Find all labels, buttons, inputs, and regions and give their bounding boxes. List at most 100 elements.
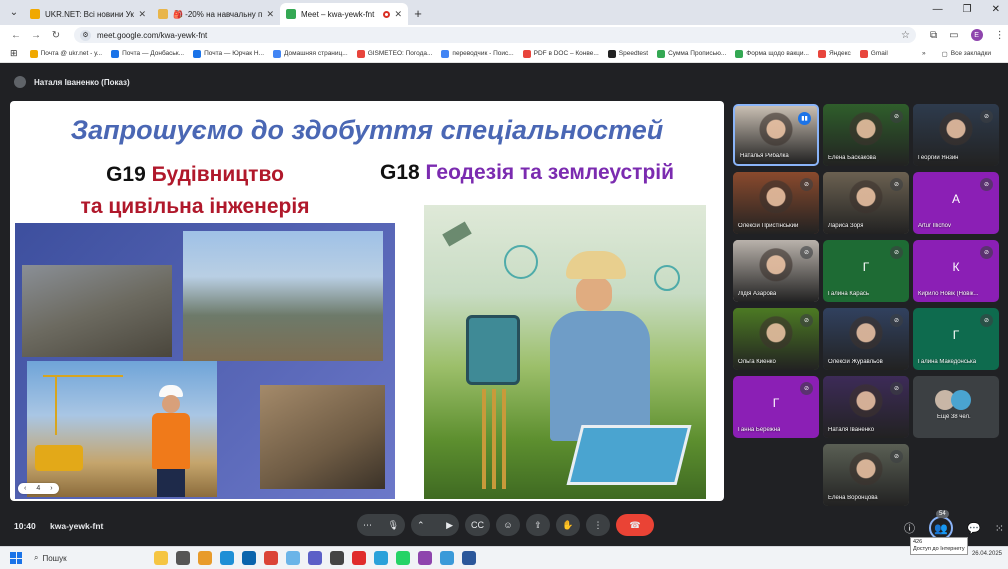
map-tablet: [566, 425, 692, 485]
menu-icon[interactable]: ⋮: [995, 30, 1005, 41]
participant-tile[interactable]: ⊘ Лариса Зоря: [823, 172, 909, 234]
outlook-icon[interactable]: [242, 551, 256, 565]
more-bookmarks-icon[interactable]: »: [922, 50, 926, 57]
taskbar-search-label: Пошук: [42, 553, 67, 563]
paint-icon[interactable]: [440, 551, 454, 565]
bookmark-item[interactable]: Почта — Юрчак Н...: [193, 49, 264, 58]
bookmark-item[interactable]: Почта @ ukr.net - у...: [29, 49, 102, 58]
extensions-icon[interactable]: ⧉: [930, 30, 937, 41]
bookmark-favicon-icon: [111, 49, 120, 58]
site-info-icon[interactable]: ⚙: [80, 29, 91, 41]
tab-ukrnet[interactable]: UKR.NET: Всі новини України, ✕: [24, 3, 152, 25]
participant-tile[interactable]: Г ⊘ Галина Карась: [823, 240, 909, 302]
participant-tile[interactable]: ⊘ Лідія Азарова: [733, 240, 819, 302]
participant-avatar: К: [952, 260, 960, 275]
tab-search-icon[interactable]: ⌄: [4, 2, 24, 22]
back-icon[interactable]: ←: [8, 30, 24, 41]
bookmark-star-icon[interactable]: ☆: [901, 30, 910, 41]
mic-off-icon: ⊘: [800, 314, 813, 327]
captions-button[interactable]: CC: [465, 514, 490, 536]
bookmark-item[interactable]: PDF в DOC – Конве...: [522, 49, 599, 58]
participant-name: Елена Воронцова: [828, 495, 878, 501]
participant-tile[interactable]: ⊘ Елена Баскакова: [823, 104, 909, 166]
windows-start-icon[interactable]: [10, 552, 22, 564]
taskbar-search[interactable]: ⌕ Пошук: [34, 553, 134, 563]
address-bar[interactable]: ⚙ meet.google.com/kwa-yewk-fnt ☆: [74, 27, 916, 43]
teams-icon[interactable]: [308, 551, 322, 565]
mic-off-icon: ⊘: [980, 110, 993, 123]
activities-icon[interactable]: ⁙: [995, 522, 1004, 535]
bookmark-item[interactable]: переводчик - Поис...: [441, 49, 514, 58]
participant-tile[interactable]: Г ⊘ Галина Македонська: [913, 308, 999, 370]
bookmark-item[interactable]: GISMETEO: Погода...: [356, 49, 432, 58]
mic-button[interactable]: ⋯ 🎙: [357, 514, 405, 536]
emoji-icon: ☺: [503, 520, 513, 530]
tab-promo[interactable]: 🎒 -20% на навчальну програ ✕: [152, 3, 280, 25]
whatsapp-icon[interactable]: [396, 551, 410, 565]
mic-off-icon: ⊘: [890, 382, 903, 395]
edge-icon[interactable]: [220, 551, 234, 565]
participant-tile[interactable]: ⊘ Георгий Янзин: [913, 104, 999, 166]
task-view-icon[interactable]: [176, 551, 190, 565]
participant-tile[interactable]: К ⊘ Кирило Новік (Новік...: [913, 240, 999, 302]
restore-icon[interactable]: ❐: [963, 4, 972, 15]
chat-icon[interactable]: 💬: [967, 522, 981, 535]
minimize-icon[interactable]: —: [933, 4, 943, 15]
participant-tile[interactable]: ⊘ Ольга Киенко: [733, 308, 819, 370]
close-icon[interactable]: ✕: [394, 9, 402, 20]
widgets-icon[interactable]: [154, 551, 168, 565]
bookmark-label: Сумма Прописью...: [668, 50, 727, 57]
participant-tile[interactable]: ⊘ Олексій Пристінський: [733, 172, 819, 234]
profile-avatar[interactable]: Е: [970, 29, 983, 41]
participant-tile[interactable]: ⊘ Олексій Журавльов: [823, 308, 909, 370]
participant-tile[interactable]: ⊘ Елена Воронцова: [823, 444, 909, 506]
bookmark-item[interactable]: Форма щодо вакци...: [735, 49, 809, 58]
participant-tile[interactable]: Г ⊘ Ганна Бережна: [733, 376, 819, 438]
bookmark-item[interactable]: Speedtest: [607, 49, 648, 58]
more-participants-tile[interactable]: Ещё 38 чел.: [913, 376, 999, 438]
sidepanel-icon[interactable]: ▭: [949, 30, 958, 41]
browser-tabstrip: ⌄ UKR.NET: Всі новини України, ✕ 🎒 -20% …: [0, 0, 1008, 25]
all-bookmarks-button[interactable]: ▢ Все закладки: [942, 50, 991, 58]
more-options-button[interactable]: ⋮: [586, 514, 610, 536]
app-icon[interactable]: [286, 551, 300, 565]
close-icon[interactable]: ✕: [138, 9, 146, 20]
camera-icon: ▶: [446, 519, 453, 530]
reload-icon[interactable]: ↻: [48, 30, 64, 41]
mic-off-icon: ⊘: [980, 246, 993, 259]
leave-call-button[interactable]: ☎: [616, 514, 654, 536]
opera-icon[interactable]: [352, 551, 366, 565]
participant-tile[interactable]: ⊘ Наталя Іваненко: [823, 376, 909, 438]
participant-tile[interactable]: ▮▮ Наталья Рибалка: [733, 104, 819, 166]
new-tab-button[interactable]: +: [408, 3, 428, 23]
calculator-icon[interactable]: [330, 551, 344, 565]
taskbar-date[interactable]: 26.04.2025: [972, 551, 1002, 557]
word-icon[interactable]: [462, 551, 476, 565]
bookmark-item[interactable]: Gmail: [859, 49, 888, 58]
chrome-profile-icon[interactable]: [418, 551, 432, 565]
raise-hand-button[interactable]: ✋: [556, 514, 580, 536]
emoji-button[interactable]: ☺: [496, 514, 520, 536]
tab-meet[interactable]: Meet – kwa-yewk-fnt ✕: [280, 3, 408, 25]
slide-pager: ‹ 4 ›: [18, 483, 59, 494]
info-icon[interactable]: ⓘ: [904, 520, 915, 536]
forward-icon[interactable]: →: [28, 30, 44, 41]
participant-name: Лариса Зоря: [828, 223, 864, 229]
bookmark-item[interactable]: Домашняя страниц...: [273, 49, 348, 58]
participant-name: Ольга Киенко: [738, 359, 776, 365]
telegram-icon[interactable]: [374, 551, 388, 565]
bookmark-item[interactable]: Яндекс: [817, 49, 851, 58]
bookmark-item[interactable]: Сумма Прописью...: [657, 49, 727, 58]
close-window-icon[interactable]: ✕: [992, 4, 1000, 15]
next-slide-button[interactable]: ›: [50, 485, 52, 492]
participant-name: Галина Карась: [828, 291, 870, 297]
camera-button[interactable]: ⌃ ▶: [411, 514, 459, 536]
chrome-icon[interactable]: [264, 551, 278, 565]
bookmark-item[interactable]: Почта — Донбаськ...: [111, 49, 184, 58]
participant-tile[interactable]: A ⊘ Artur Illichov: [913, 172, 999, 234]
files-icon[interactable]: [198, 551, 212, 565]
present-button[interactable]: ⇪: [526, 514, 550, 536]
apps-icon[interactable]: ⊞: [10, 48, 18, 59]
prev-slide-button[interactable]: ‹: [24, 485, 26, 492]
close-icon[interactable]: ✕: [266, 9, 274, 20]
